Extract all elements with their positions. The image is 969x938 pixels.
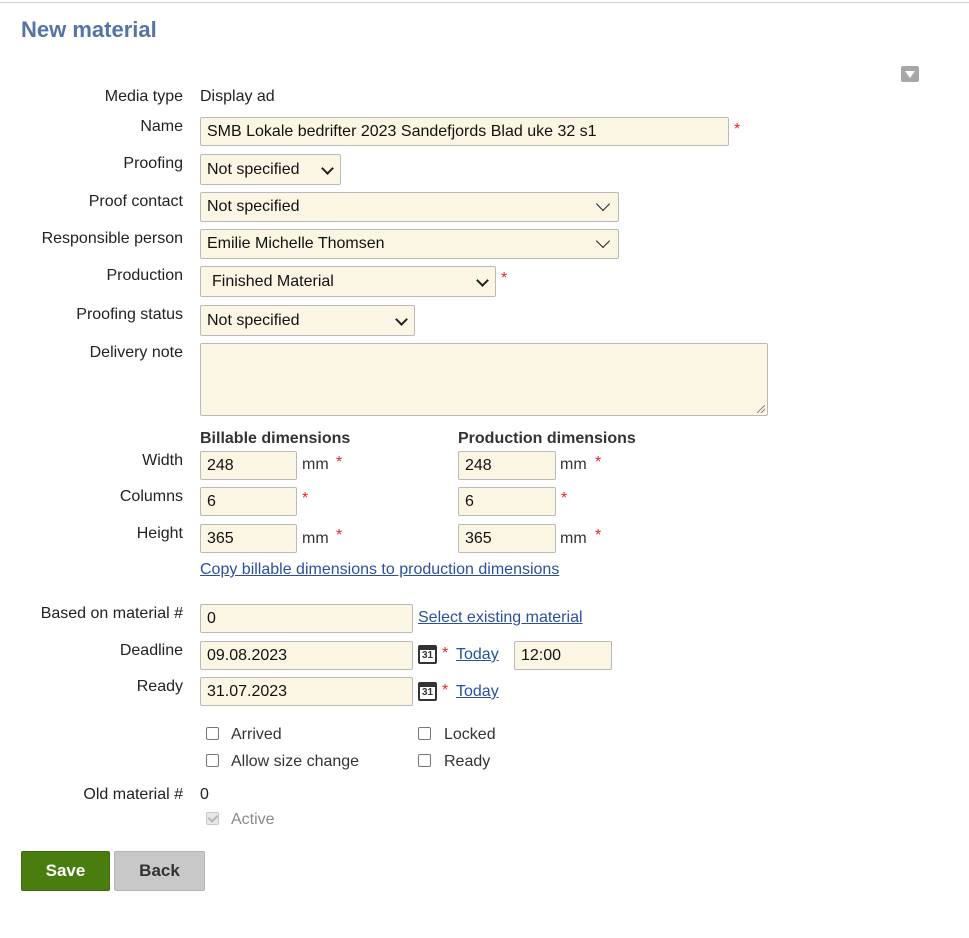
responsible-person-label: Responsible person bbox=[41, 230, 183, 247]
deadline-time-input[interactable]: 12:00 bbox=[514, 641, 612, 670]
select-existing-material-link[interactable]: Select existing material bbox=[418, 609, 583, 627]
old-material-value: 0 bbox=[200, 786, 209, 803]
production-height-required-marker: * bbox=[595, 527, 602, 544]
resize-handle-icon[interactable] bbox=[757, 405, 765, 413]
copy-dimensions-link[interactable]: Copy billable dimensions to production d… bbox=[200, 561, 559, 579]
media-type-value: Display ad bbox=[200, 88, 275, 105]
proofing-status-select[interactable]: Not specified bbox=[200, 305, 415, 336]
billable-dimensions-header: Billable dimensions bbox=[200, 430, 351, 447]
delivery-note-label: Delivery note bbox=[89, 344, 183, 361]
production-columns-required-marker: * bbox=[561, 490, 568, 507]
production-dimensions-header: Production dimensions bbox=[458, 430, 636, 447]
arrived-checkbox[interactable] bbox=[206, 727, 219, 740]
name-required-marker: * bbox=[734, 121, 741, 138]
production-height-unit: mm bbox=[560, 530, 587, 547]
locked-checkbox-label: Locked bbox=[444, 726, 496, 743]
arrived-checkbox-label: Arrived bbox=[231, 726, 282, 743]
proofing-select-value: Not specified bbox=[207, 161, 300, 178]
production-required-marker: * bbox=[501, 270, 508, 287]
top-border bbox=[0, 2, 969, 3]
billable-width-input[interactable]: 248 bbox=[200, 451, 297, 480]
locked-checkbox[interactable] bbox=[418, 727, 431, 740]
production-height-input[interactable]: 365 bbox=[458, 524, 556, 553]
billable-height-required-marker: * bbox=[336, 527, 343, 544]
chevron-down-icon bbox=[321, 162, 334, 175]
back-button[interactable]: Back bbox=[114, 851, 205, 891]
height-label: Height bbox=[136, 525, 183, 542]
billable-width-required-marker: * bbox=[336, 454, 343, 471]
width-label: Width bbox=[142, 452, 183, 469]
production-select[interactable]: Finished Material bbox=[200, 266, 496, 297]
ready-label: Ready bbox=[136, 678, 183, 695]
deadline-label: Deadline bbox=[119, 642, 183, 659]
chevron-down-icon bbox=[395, 313, 408, 326]
ready-today-link[interactable]: Today bbox=[456, 683, 499, 701]
name-input[interactable]: SMB Lokale bedrifter 2023 Sandefjords Bl… bbox=[200, 117, 729, 146]
deadline-calendar-icon[interactable]: 31 bbox=[418, 645, 437, 664]
production-columns-input[interactable]: 6 bbox=[458, 487, 556, 516]
ready-checkbox[interactable] bbox=[418, 754, 431, 767]
chevron-down-icon bbox=[476, 274, 489, 287]
ready-calendar-icon[interactable]: 31 bbox=[418, 682, 437, 701]
name-label: Name bbox=[140, 118, 183, 135]
ready-checkbox-label: Ready bbox=[444, 753, 491, 770]
proof-contact-label: Proof contact bbox=[88, 193, 183, 210]
deadline-required-marker: * bbox=[442, 645, 449, 662]
proof-contact-select[interactable]: Not specified bbox=[200, 192, 619, 222]
production-width-input[interactable]: 248 bbox=[458, 451, 556, 480]
collapse-toggle-icon[interactable] bbox=[901, 66, 919, 82]
proofing-label: Proofing bbox=[123, 155, 183, 172]
billable-width-unit: mm bbox=[302, 456, 329, 473]
allow-size-change-checkbox-label: Allow size change bbox=[231, 753, 360, 770]
based-on-material-label: Based on material # bbox=[40, 605, 183, 622]
save-button[interactable]: Save bbox=[21, 851, 110, 891]
production-select-value: Finished Material bbox=[212, 273, 334, 290]
active-checkbox bbox=[206, 812, 219, 825]
proofing-status-select-value: Not specified bbox=[207, 312, 300, 329]
deadline-date-input[interactable]: 09.08.2023 bbox=[200, 641, 413, 670]
media-type-label: Media type bbox=[104, 88, 183, 105]
billable-height-input[interactable]: 365 bbox=[200, 524, 297, 553]
allow-size-change-checkbox[interactable] bbox=[206, 754, 219, 767]
production-width-required-marker: * bbox=[595, 454, 602, 471]
billable-height-unit: mm bbox=[302, 530, 329, 547]
billable-columns-required-marker: * bbox=[302, 490, 309, 507]
active-checkbox-label: Active bbox=[231, 811, 275, 828]
proofing-select[interactable]: Not specified bbox=[200, 154, 341, 185]
chevron-down-icon bbox=[595, 196, 611, 212]
production-width-unit: mm bbox=[560, 456, 587, 473]
proofing-status-label: Proofing status bbox=[76, 306, 183, 323]
billable-columns-input[interactable]: 6 bbox=[200, 487, 297, 516]
delivery-note-textarea[interactable] bbox=[200, 343, 768, 416]
ready-date-input[interactable]: 31.07.2023 bbox=[200, 677, 413, 706]
responsible-person-select[interactable]: Emilie Michelle Thomsen bbox=[200, 229, 619, 259]
ready-required-marker: * bbox=[442, 682, 449, 699]
columns-label: Columns bbox=[119, 488, 183, 505]
page-title: New material bbox=[21, 17, 157, 42]
production-label: Production bbox=[106, 267, 184, 284]
chevron-down-icon bbox=[595, 233, 611, 249]
deadline-today-link[interactable]: Today bbox=[456, 646, 499, 664]
based-on-material-input[interactable]: 0 bbox=[200, 604, 413, 633]
proof-contact-select-value: Not specified bbox=[207, 198, 300, 215]
old-material-label: Old material # bbox=[83, 786, 183, 803]
responsible-person-select-value: Emilie Michelle Thomsen bbox=[207, 235, 385, 252]
